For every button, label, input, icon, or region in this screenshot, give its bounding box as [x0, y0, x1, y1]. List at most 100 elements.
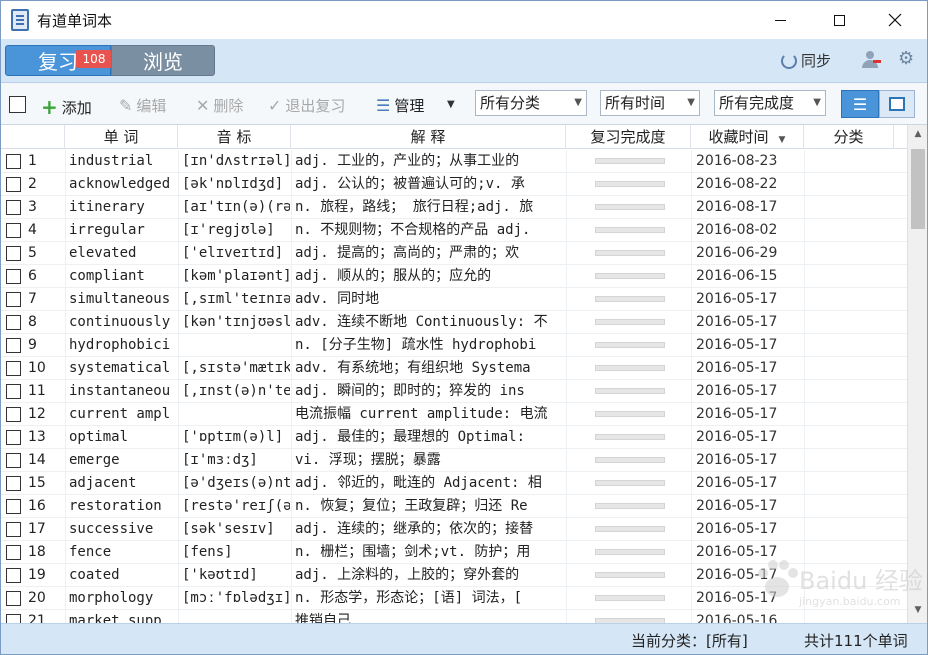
column-divider: [291, 587, 292, 610]
column-divider: [804, 334, 805, 357]
column-divider: [691, 564, 692, 587]
row-checkbox[interactable]: [6, 338, 21, 353]
column-divider: [804, 610, 805, 623]
column-divider: [178, 495, 179, 518]
column-divider: [804, 196, 805, 219]
row-checkbox[interactable]: [6, 545, 21, 560]
edit-button[interactable]: ✎ 编辑: [119, 95, 166, 116]
exit-review-button[interactable]: ✓ 退出复习: [268, 95, 345, 116]
logout-arrow-icon: [873, 60, 881, 63]
table-row[interactable]: 8 continuously [kən'tɪnjʊəsl adv. 连续不断地 Con…: [1, 311, 907, 334]
close-button[interactable]: [872, 1, 918, 39]
column-divider: [291, 173, 292, 196]
row-checkbox[interactable]: [6, 499, 21, 514]
column-divider: [291, 242, 292, 265]
delete-button[interactable]: ✕ 删除: [196, 95, 243, 116]
table-row[interactable]: 13 optimal ['ɒptɪm(ə)l] adj. 最佳的；最理想的 Optim…: [1, 426, 907, 449]
review-progress-bar: [595, 273, 665, 279]
time-filter-select[interactable]: 所有时间 ▼: [600, 90, 700, 116]
table-row[interactable]: 14 emerge [ɪ'mɜːdʒ] vi. 浮现；摆脱；暴露 2016-05-17: [1, 449, 907, 472]
table-row[interactable]: 20 morphology [mɔː'fɒlədʒɪ] n. 形态学，形态论；[语] …: [1, 587, 907, 610]
list-view-button[interactable]: ☰: [841, 90, 879, 118]
row-checkbox[interactable]: [6, 361, 21, 376]
column-divider: [178, 265, 179, 288]
minimize-button[interactable]: [757, 1, 803, 39]
column-divider: [804, 219, 805, 242]
table-row[interactable]: 3 itinerary [aɪ'tɪn(ə)(rə) n. 旅程，路线； 旅行日程;a…: [1, 196, 907, 219]
scroll-down-icon[interactable]: ▼: [908, 605, 927, 619]
column-divider: [691, 403, 692, 426]
row-checkbox[interactable]: [6, 246, 21, 261]
row-checkbox[interactable]: [6, 591, 21, 606]
table-row[interactable]: 17 successive [sək'sesɪv] adj. 连续的；继承的；依次的；…: [1, 518, 907, 541]
review-progress-bar: [595, 526, 665, 532]
tab-review[interactable]: 复习 108: [5, 45, 112, 76]
column-divider: [691, 541, 692, 564]
row-checkbox[interactable]: [6, 269, 21, 284]
select-all-checkbox[interactable]: [9, 96, 26, 113]
word-count-status: 共计111个单词: [804, 632, 908, 650]
scroll-thumb[interactable]: [911, 149, 925, 229]
phonetic-cell: [182, 403, 290, 426]
category-cell: [809, 334, 879, 357]
row-checkbox[interactable]: [6, 200, 21, 215]
header-category[interactable]: 分类: [804, 125, 894, 149]
row-checkbox[interactable]: [6, 315, 21, 330]
table-row[interactable]: 6 compliant [kəm'plaɪənt] adj. 顺从的；服从的；应允的 2…: [1, 265, 907, 288]
row-checkbox[interactable]: [6, 453, 21, 468]
maximize-button[interactable]: [816, 1, 862, 39]
table-row[interactable]: 11 instantaneou [,ɪnst(ə)n'te adj. 瞬间的；即时的；…: [1, 380, 907, 403]
table-row[interactable]: 16 restoration [restə'reɪʃ(ə) n. 恢复；复位；王政复辟…: [1, 495, 907, 518]
row-checkbox[interactable]: [6, 476, 21, 491]
row-checkbox[interactable]: [6, 292, 21, 307]
row-number: 16: [28, 498, 46, 514]
column-divider: [65, 518, 66, 541]
sync-button[interactable]: 同步: [781, 50, 831, 71]
column-divider: [65, 311, 66, 334]
header-saved-time[interactable]: 收藏时间 ▼: [691, 125, 804, 149]
category-filter-select[interactable]: 所有分类 ▼: [475, 90, 587, 116]
table-row[interactable]: 12 current ampl 电流振幅 current amplitude: 电流…: [1, 403, 907, 426]
table-row[interactable]: 5 elevated ['elɪveɪtɪd] adj. 提高的；高尚的；严肃的；欢 2…: [1, 242, 907, 265]
table-row[interactable]: 10 systematical [,sɪstə'mætɪk adv. 有系统地；有组织…: [1, 357, 907, 380]
table-row[interactable]: 9 hydrophobici n. [分子生物] 疏水性 hydrophobi 201…: [1, 334, 907, 357]
phonetic-cell: [ɪn'dʌstrɪəl]: [182, 153, 290, 169]
account-button[interactable]: [861, 51, 881, 69]
row-number: 3: [28, 199, 37, 215]
table-row[interactable]: 2 acknowledged [ək'nɒlɪdʒd] adj. 公认的；被普遍认可的…: [1, 173, 907, 196]
row-checkbox[interactable]: [6, 614, 21, 623]
table-row[interactable]: 7 simultaneous [,sɪml'teɪnɪəs adv. 同时地 2016-…: [1, 288, 907, 311]
row-checkbox[interactable]: [6, 384, 21, 399]
column-divider: [804, 242, 805, 265]
manage-button[interactable]: ☰ 管理: [376, 95, 424, 116]
completion-filter-select[interactable]: 所有完成度 ▼: [714, 90, 826, 116]
manage-dropdown-icon[interactable]: ▼: [447, 99, 455, 110]
row-checkbox[interactable]: [6, 223, 21, 238]
row-checkbox[interactable]: [6, 522, 21, 537]
header-phonetic[interactable]: 音 标: [178, 125, 291, 149]
row-checkbox[interactable]: [6, 177, 21, 192]
table-row[interactable]: 18 fence [fens] n. 栅栏；围墙；剑术;vt. 防护；用 2016-05…: [1, 541, 907, 564]
add-button[interactable]: + 添加: [41, 95, 92, 119]
row-checkbox[interactable]: [6, 407, 21, 422]
table-row[interactable]: 4 irregular [ɪ'regjʊlə] n. 不规则物；不合规格的产品 adj…: [1, 219, 907, 242]
table-row[interactable]: 19 coated ['kəʊtɪd] adj. 上涂料的，上胶的；穿外套的 2016-…: [1, 564, 907, 587]
header-definition[interactable]: 解 释: [291, 125, 566, 149]
header-word[interactable]: 单 词: [65, 125, 178, 149]
scroll-up-icon[interactable]: ▲: [908, 129, 927, 143]
vertical-scrollbar[interactable]: ▲ ▼: [907, 125, 927, 623]
table-row[interactable]: 21 market supp 推销自己 2016-05-16: [1, 610, 907, 623]
definition-cell: n. 旅程，路线； 旅行日程;adj. 旅: [295, 199, 534, 215]
card-view-button[interactable]: [879, 90, 915, 118]
definition-cell: n. 形态学，形态论；[语] 词法，[: [295, 590, 523, 606]
table-row[interactable]: 1 industrial [ɪn'dʌstrɪəl] adj. 工业的，产业的；从事工…: [1, 150, 907, 173]
header-progress[interactable]: 复习完成度: [566, 125, 691, 149]
gear-icon[interactable]: ⚙: [898, 50, 916, 68]
row-checkbox[interactable]: [6, 430, 21, 445]
row-checkbox[interactable]: [6, 154, 21, 169]
column-divider: [65, 541, 66, 564]
tab-browse[interactable]: 浏览: [111, 45, 215, 76]
row-checkbox[interactable]: [6, 568, 21, 583]
saved-date-cell: 2016-08-17: [696, 199, 778, 215]
table-row[interactable]: 15 adjacent [ə'dʒeɪs(ə)nt adj. 邻近的，毗连的 Adja…: [1, 472, 907, 495]
